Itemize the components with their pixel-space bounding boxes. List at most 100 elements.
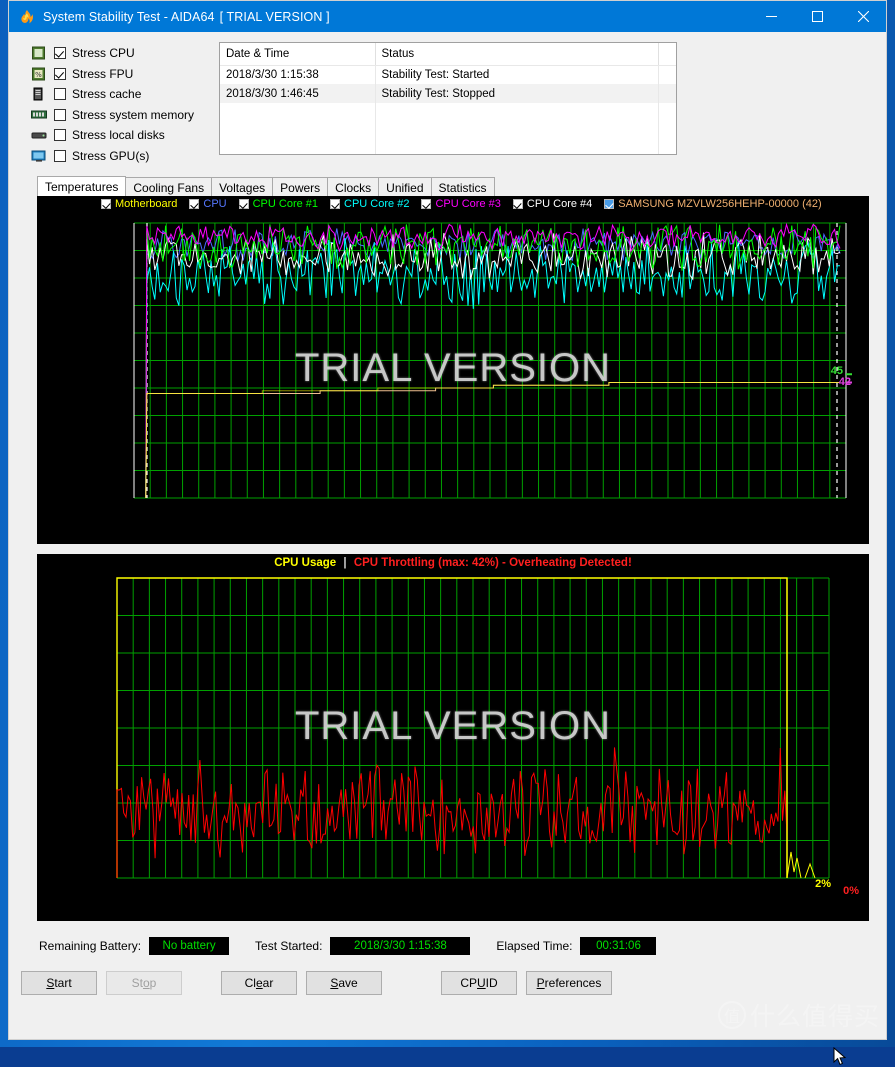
table-row[interactable] [220, 122, 677, 141]
preferences-button[interactable]: Preferences [526, 971, 612, 995]
cell-status [375, 122, 658, 141]
stress-cpu-checkbox[interactable] [54, 47, 66, 59]
legend-item-cpu[interactable]: CPU [189, 198, 226, 210]
cell-datetime [220, 103, 375, 122]
column-header-status[interactable]: Status [375, 43, 658, 65]
elapsed-time-value: 00:31:06 [580, 937, 656, 955]
column-header-datetime[interactable]: Date & Time [220, 43, 375, 65]
cell-blank [658, 122, 677, 141]
stress-disks-checkbox[interactable] [54, 129, 66, 141]
maximize-button[interactable] [794, 1, 840, 32]
cell-datetime: 2018/3/30 1:15:38 [220, 65, 375, 84]
test-started-label: Test Started: [255, 939, 322, 953]
legend-checkbox-cpu[interactable] [189, 199, 199, 209]
legend-label-core3: CPU Core #3 [435, 198, 500, 210]
stress-option-cache[interactable]: Stress cache [31, 85, 203, 103]
cpu-value-tag-2pct: 2% [815, 878, 831, 890]
column-header-blank[interactable] [658, 43, 677, 65]
stress-gpu-checkbox[interactable] [54, 150, 66, 162]
legend-label-core2: CPU Core #2 [344, 198, 409, 210]
cell-status: Stability Test: Started [375, 65, 658, 84]
cell-status [375, 141, 658, 155]
stress-cache-label: Stress cache [72, 87, 141, 101]
cell-blank [658, 65, 677, 84]
site-watermark-text: 什么值得买 [750, 997, 880, 1033]
temperature-plot [37, 196, 869, 544]
tab-unified[interactable]: Unified [378, 177, 431, 197]
temperature-chart-legend: Motherboard CPU CPU Core #1 CPU Core #2 [37, 196, 869, 212]
cell-status [375, 103, 658, 122]
memory-module-icon [31, 108, 47, 122]
tab-temperatures[interactable]: Temperatures [37, 176, 126, 197]
table-header-row: Date & Time Status [220, 43, 677, 65]
close-button[interactable] [840, 1, 886, 32]
stress-disks-label: Stress local disks [72, 128, 165, 142]
cpu-usage-title-separator: | [343, 557, 346, 569]
cpu-throttling-warning: CPU Throttling (max: 42%) - Overheating … [354, 557, 632, 569]
button-bar: Start Stop Clear Save CPUID Preferences [21, 971, 886, 995]
temp-value-tag-42: 42 [839, 376, 851, 388]
legend-item-core2[interactable]: CPU Core #2 [330, 198, 409, 210]
legend-checkbox-samsung-ssd[interactable] [604, 199, 614, 209]
window-controls [748, 1, 886, 32]
legend-checkbox-core3[interactable] [421, 199, 431, 209]
cpuid-button[interactable]: CPUID [441, 971, 517, 995]
legend-checkbox-motherboard[interactable] [101, 199, 111, 209]
table-row[interactable] [220, 103, 677, 122]
flame-icon [19, 9, 35, 25]
legend-label-cpu: CPU [203, 198, 226, 210]
stress-fpu-checkbox[interactable] [54, 68, 66, 80]
trial-version-label: [ TRIAL VERSION ] [220, 10, 330, 24]
svg-text:%: % [35, 71, 42, 79]
tab-statistics[interactable]: Statistics [431, 177, 495, 197]
legend-item-core3[interactable]: CPU Core #3 [421, 198, 500, 210]
elapsed-time-label: Elapsed Time: [496, 939, 572, 953]
stress-option-gpu[interactable]: Stress GPU(s) [31, 147, 203, 165]
legend-checkbox-core1[interactable] [239, 199, 249, 209]
legend-label-samsung-ssd: SAMSUNG MZVLW256HEHP-00000 (42) [618, 198, 821, 210]
cell-blank [658, 84, 677, 103]
stress-cache-checkbox[interactable] [54, 88, 66, 100]
cache-chip-icon [31, 87, 47, 101]
legend-item-motherboard[interactable]: Motherboard [101, 198, 177, 210]
status-line: Remaining Battery: No battery Test Start… [39, 935, 886, 957]
stress-options-list: Stress CPU % Stress FPU Stress cache [31, 42, 203, 167]
chart-tabs: Temperatures Cooling Fans Voltages Power… [37, 176, 886, 197]
charts-container: Motherboard CPU CPU Core #1 CPU Core #2 [37, 196, 869, 921]
start-button[interactable]: Start [21, 971, 97, 995]
cpu-usage-plot [37, 554, 869, 921]
stress-option-memory[interactable]: Stress system memory [31, 106, 203, 124]
test-started-value: 2018/3/30 1:15:38 [330, 937, 470, 955]
cell-datetime [220, 122, 375, 141]
table-row[interactable]: 2018/3/30 1:15:38 Stability Test: Starte… [220, 65, 677, 84]
cpu-value-tag-0pct: 0% [843, 885, 859, 897]
table-row[interactable] [220, 141, 677, 155]
legend-checkbox-core2[interactable] [330, 199, 340, 209]
site-watermark-logo: 值 [718, 1001, 746, 1029]
fpu-percent-icon: % [31, 67, 47, 81]
aida64-stability-test-window: System Stability Test - AIDA64[ TRIAL VE… [8, 0, 887, 1040]
legend-item-core1[interactable]: CPU Core #1 [239, 198, 318, 210]
stress-option-disks[interactable]: Stress local disks [31, 126, 203, 144]
minimize-button[interactable] [748, 1, 794, 32]
legend-label-core4: CPU Core #4 [527, 198, 592, 210]
legend-item-core4[interactable]: CPU Core #4 [513, 198, 592, 210]
tab-clocks[interactable]: Clocks [327, 177, 379, 197]
cpu-chip-icon [31, 46, 47, 60]
cell-datetime: 2018/3/30 1:46:45 [220, 84, 375, 103]
legend-item-samsung-ssd[interactable]: SAMSUNG MZVLW256HEHP-00000 (42) [604, 198, 821, 210]
legend-label-core1: CPU Core #1 [253, 198, 318, 210]
legend-checkbox-core4[interactable] [513, 199, 523, 209]
tab-powers[interactable]: Powers [272, 177, 328, 197]
cpu-usage-chart[interactable]: CPU Usage | CPU Throttling (max: 42%) - … [37, 554, 869, 921]
temperature-chart[interactable]: Motherboard CPU CPU Core #1 CPU Core #2 [37, 196, 869, 544]
status-log-table[interactable]: Date & Time Status 2018/3/30 1:15:38 Sta… [219, 42, 677, 155]
tab-cooling-fans[interactable]: Cooling Fans [125, 177, 212, 197]
stress-option-fpu[interactable]: % Stress FPU [31, 65, 203, 83]
stress-option-cpu[interactable]: Stress CPU [31, 44, 203, 62]
tab-voltages[interactable]: Voltages [211, 177, 273, 197]
save-button[interactable]: Save [306, 971, 382, 995]
stress-memory-checkbox[interactable] [54, 109, 66, 121]
table-row[interactable]: 2018/3/30 1:46:45 Stability Test: Stoppe… [220, 84, 677, 103]
clear-button[interactable]: Clear [221, 971, 297, 995]
